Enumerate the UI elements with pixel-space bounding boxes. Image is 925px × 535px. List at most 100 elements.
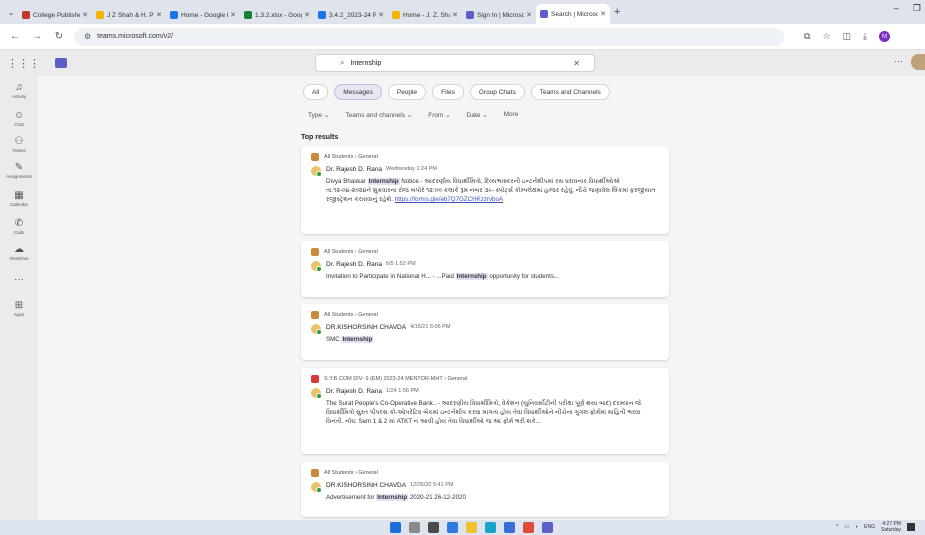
address-bar[interactable]: ⚙ teams.microsoft.com/v2/ — [74, 27, 784, 46]
reload-icon[interactable]: ↻ — [52, 31, 66, 42]
site-info-icon[interactable]: ⚙ — [84, 32, 91, 41]
filter-dropdown[interactable]: Teams and channels ⌄ — [345, 111, 412, 119]
search-result-card[interactable]: S.Y.B.COM DIV- 9 (EM) 2023-24 MENTOR-MHT… — [301, 368, 669, 454]
rail-item[interactable]: ♫ Activity — [0, 82, 38, 99]
profile-avatar[interactable]: M — [879, 31, 891, 42]
browser-tab[interactable]: 1.3.2.xlsx - Google Sheets✕ — [240, 6, 314, 24]
channel-path: All Students › General — [324, 154, 378, 160]
bookmark-star-icon[interactable]: ☆ — [822, 31, 830, 42]
browser-tab[interactable]: 3.4.2_2023-24 Recognitio✕ — [314, 6, 388, 24]
filter-dropdown[interactable]: Type ⌄ — [308, 111, 329, 119]
search-result-card[interactable]: All Students › General DR.KISHORSINH CHA… — [301, 304, 669, 360]
rail-item[interactable]: ☺ Chat — [0, 110, 38, 127]
store-icon[interactable] — [504, 522, 515, 533]
message-body: Invitation to Participate in National H.… — [326, 272, 659, 281]
close-tab-icon[interactable]: ✕ — [156, 11, 162, 19]
forward-icon[interactable]: → — [30, 31, 44, 42]
result-channel[interactable]: All Students › General — [311, 469, 378, 477]
browser-tab[interactable]: Home - Google Drive✕ — [166, 6, 240, 24]
chrome-icon[interactable] — [523, 522, 534, 533]
close-tab-icon[interactable]: ✕ — [378, 11, 384, 19]
back-icon[interactable]: ← — [8, 31, 22, 42]
url-text: teams.microsoft.com/v2/ — [97, 33, 174, 40]
tab-title: College Published Book ( — [33, 11, 80, 19]
user-avatar[interactable] — [911, 54, 925, 70]
teams-taskbar-icon[interactable] — [542, 522, 553, 533]
filter-tab[interactable]: People — [387, 84, 427, 100]
author-name: DR.KISHORSINH CHAVDA — [326, 324, 407, 331]
notification-icon[interactable] — [907, 523, 915, 531]
minimize-icon[interactable]: – — [894, 3, 899, 14]
search-result-card[interactable]: All Students › General Dr. Rajesh D. Ran… — [301, 146, 669, 234]
clock[interactable]: 4:27 PM Saturday — [881, 521, 901, 533]
more-options-icon[interactable]: ··· — [894, 56, 903, 66]
clear-search-icon[interactable]: ✕ — [573, 59, 580, 68]
tab-search-dropdown-icon[interactable]: ⌄ — [4, 8, 18, 17]
result-channel[interactable]: S.Y.B.COM DIV- 9 (EM) 2023-24 MENTOR-MHT… — [311, 375, 467, 383]
rail-item[interactable]: ☁ OneDrive — [0, 244, 38, 261]
filter-tab[interactable]: Messages — [334, 84, 382, 100]
windows-start-icon[interactable] — [390, 522, 401, 533]
author-avatar[interactable] — [311, 482, 322, 493]
close-tab-icon[interactable]: ✕ — [230, 11, 236, 19]
author-avatar[interactable] — [311, 388, 322, 399]
maximize-icon[interactable]: ❐ — [913, 3, 921, 14]
rail-item[interactable]: ▦ Calendar — [0, 190, 38, 207]
new-tab-icon[interactable]: + — [614, 6, 620, 18]
filter-tab[interactable]: Teams and Channels — [530, 84, 610, 100]
browser-tab[interactable]: Home - J. Z. Shah Arts &✕ — [388, 6, 462, 24]
filter-tab[interactable]: Group Chats — [469, 84, 525, 100]
volume-icon[interactable]: ◖ — [855, 524, 858, 530]
network-icon[interactable]: ▭ — [844, 524, 849, 530]
close-tab-icon[interactable]: ✕ — [304, 11, 310, 19]
extensions-icon[interactable]: ◫ — [843, 31, 852, 42]
filter-tab[interactable]: All — [303, 84, 329, 100]
highlighted-keyword: Internship — [376, 494, 409, 501]
browser-tab[interactable]: Search | Microsoft Teams✕ — [536, 4, 610, 24]
app-launcher-icon[interactable]: ⋮⋮⋮ — [7, 57, 40, 70]
edge-icon[interactable] — [485, 522, 496, 533]
result-channel[interactable]: All Students › General — [311, 311, 378, 319]
tab-title: Home - J. Z. Shah Arts & — [403, 11, 450, 19]
filter-dropdown[interactable]: Date ⌄ — [467, 111, 488, 119]
browser-tab[interactable]: College Published Book (✕ — [18, 6, 92, 24]
message-time: 1/24 1:56 PM — [386, 388, 419, 394]
team-icon — [311, 375, 319, 383]
author-avatar[interactable] — [311, 261, 322, 272]
author-avatar[interactable] — [311, 166, 322, 177]
file-explorer-icon[interactable] — [466, 522, 477, 533]
tab-title: Home - Google Drive — [181, 11, 228, 19]
browser-tab[interactable]: J Z Shah & H. P Desai Co✕ — [92, 6, 166, 24]
close-tab-icon[interactable]: ✕ — [526, 11, 532, 19]
author-avatar[interactable] — [311, 324, 322, 335]
message-link[interactable]: https://forms.gle/eb7Q7GZCHKzzrvboA — [395, 196, 503, 203]
result-channel[interactable]: All Students › General — [311, 248, 378, 256]
apps-icon: ⊞ — [14, 300, 24, 311]
widgets-icon[interactable] — [447, 522, 458, 533]
filter-dropdown[interactable]: More — [504, 111, 519, 119]
close-tab-icon[interactable]: ✕ — [452, 11, 458, 19]
browser-tab[interactable]: Sign In | Microsoft Teams✕ — [462, 6, 536, 24]
language-indicator[interactable]: ENG — [864, 524, 875, 530]
rail-item[interactable]: ⊞ Apps — [0, 300, 38, 317]
tray-chevron-icon[interactable]: ^ — [836, 524, 838, 530]
task-view-icon[interactable] — [428, 522, 439, 533]
close-tab-icon[interactable]: ✕ — [600, 10, 606, 18]
calendar-icon: ▦ — [14, 190, 24, 201]
install-app-icon[interactable]: ⧉ — [804, 31, 810, 42]
filter-dropdown[interactable]: From ⌄ — [428, 111, 450, 119]
search-result-card[interactable]: All Students › General DR.KISHORSINH CHA… — [301, 462, 669, 517]
search-box[interactable]: ⌕ Internship ✕ — [315, 54, 595, 72]
search-taskbar-icon[interactable] — [409, 522, 420, 533]
rail-item[interactable]: ✎ Assignments — [0, 162, 38, 179]
rail-item[interactable]: ✆ Calls — [0, 218, 38, 235]
result-channel[interactable]: All Students › General — [311, 153, 378, 161]
close-tab-icon[interactable]: ✕ — [82, 11, 88, 19]
rail-item[interactable]: ··· — [0, 274, 38, 286]
rail-item[interactable]: ⚇ Teams — [0, 136, 38, 153]
filter-tab[interactable]: Files — [432, 84, 464, 100]
search-filter-tabs: All Messages People Files Group Chats Teams a… — [303, 84, 610, 100]
search-query[interactable]: Internship — [350, 60, 381, 67]
download-icon[interactable]: ⤓ — [863, 31, 867, 42]
search-result-card[interactable]: All Students › General Dr. Rajesh D. Ran… — [301, 241, 669, 297]
